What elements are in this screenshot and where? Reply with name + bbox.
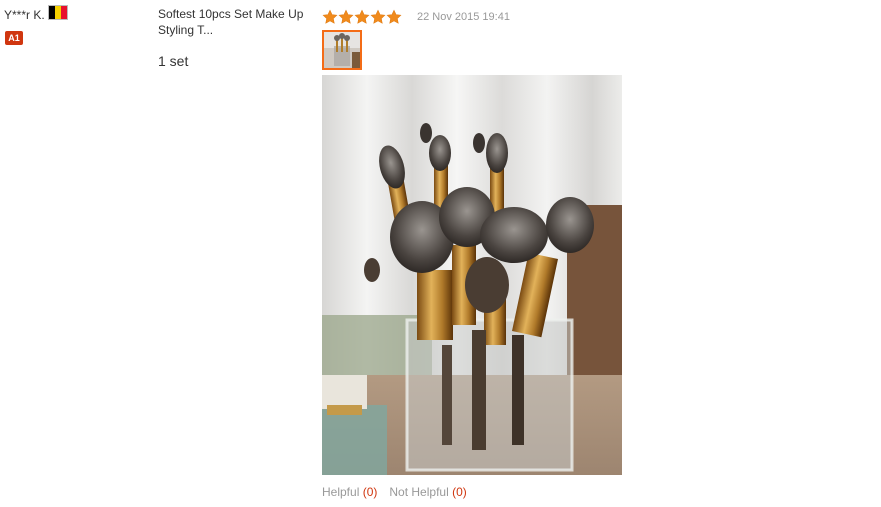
review-photo-thumbnail[interactable] (322, 30, 362, 70)
product-quantity: 1 set (158, 53, 189, 69)
review-header: 22 Nov 2015 19:41 (322, 8, 862, 26)
thumbnail-image (324, 32, 360, 68)
helpful-count: (0) (362, 485, 378, 499)
review-photo-image (322, 75, 622, 475)
rating-row: 22 Nov 2015 19:41 (322, 8, 862, 26)
buyer-name-row: Y***r K. (4, 4, 144, 24)
not-helpful-label: Not Helpful (389, 485, 449, 499)
belgium-flag-icon (47, 4, 68, 20)
star-rating (322, 9, 402, 25)
makeup-brushes-in-glass-jar-photo[interactable] (322, 75, 622, 475)
star-icon (386, 9, 402, 24)
buyer-level-badge: A1 (5, 31, 23, 45)
not-helpful-button[interactable]: Not Helpful (0) (389, 485, 466, 499)
product-title-link[interactable]: Softest 10pcs Set Make Up Styling T... (158, 6, 308, 38)
helpful-button[interactable]: Helpful (0) (322, 485, 377, 499)
buyer-info: Y***r K. (4, 4, 144, 24)
review-date: 22 Nov 2015 19:41 (417, 11, 510, 23)
star-icon (322, 9, 338, 24)
vote-row: Helpful (0) Not Helpful (0) (322, 485, 479, 499)
product-info: Softest 10pcs Set Make Up Styling T... 1… (158, 6, 308, 69)
not-helpful-count: (0) (452, 485, 467, 499)
star-icon (338, 9, 354, 24)
buyer-name: Y***r K. (4, 8, 45, 22)
helpful-label: Helpful (322, 485, 360, 499)
star-icon (370, 9, 386, 24)
star-icon (354, 9, 370, 24)
